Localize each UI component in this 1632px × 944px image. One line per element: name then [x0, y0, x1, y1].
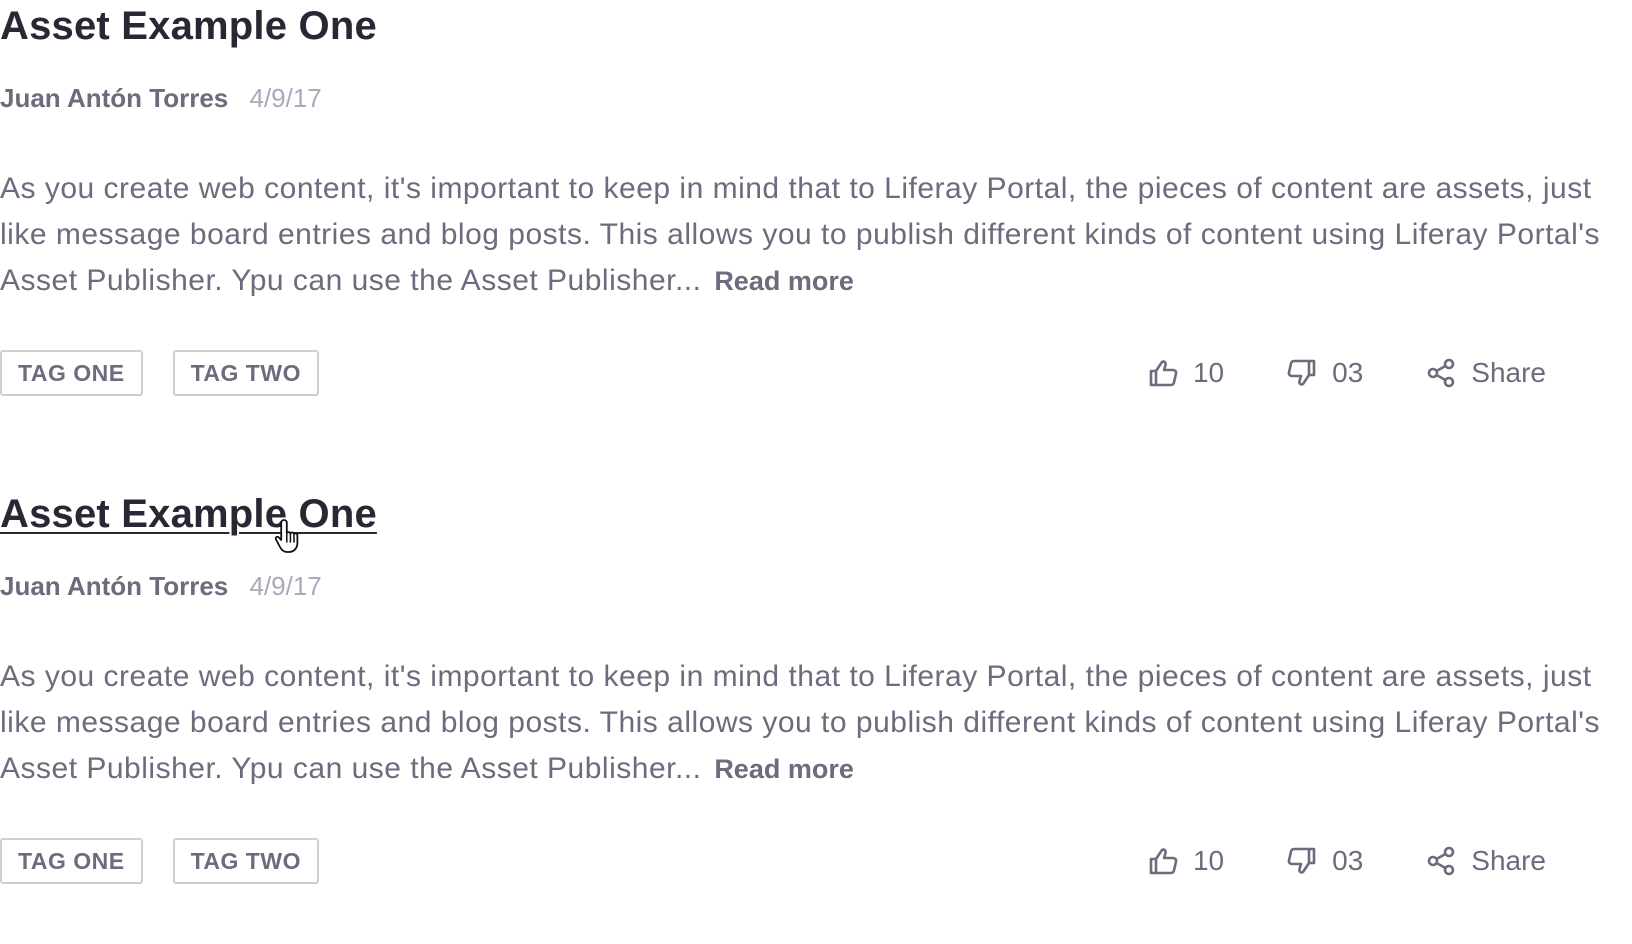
asset-meta: Juan Antón Torres 4/9/17	[0, 82, 322, 114]
asset-actions: 10 03 Share	[1147, 838, 1546, 884]
dislike-count: 03	[1332, 845, 1364, 876]
share-label: Share	[1471, 845, 1546, 876]
publish-date: 4/9/17	[249, 571, 322, 601]
thumbs-up-icon	[1147, 845, 1179, 877]
asset-summary: As you create web content, it's importan…	[0, 166, 1632, 304]
like-count: 10	[1192, 357, 1225, 388]
publish-date: 4/9/17	[249, 83, 322, 113]
tag-label[interactable]: TAG TWO	[172, 350, 319, 396]
share-icon	[1425, 845, 1457, 877]
asset-title-link[interactable]: Asset Example One	[0, 2, 377, 50]
read-more-link[interactable]: Read more	[714, 754, 854, 784]
author-name: Juan Antón Torres	[0, 83, 229, 113]
asset-actions: 10 03 Share	[1147, 350, 1546, 396]
share-label: Share	[1471, 357, 1546, 388]
asset-summary: As you create web content, it's importan…	[0, 654, 1632, 792]
share-button[interactable]: Share	[1425, 357, 1546, 389]
tag-label[interactable]: TAG ONE	[0, 838, 143, 884]
thumbs-up-icon	[1147, 357, 1179, 389]
share-icon	[1425, 357, 1457, 389]
asset-meta: Juan Antón Torres 4/9/17	[0, 570, 322, 602]
tag-list: TAG ONE TAG TWO	[0, 838, 319, 884]
asset-title-link[interactable]: Asset Example One	[0, 490, 377, 538]
thumbs-down-icon	[1286, 357, 1318, 389]
thumbs-down-icon	[1286, 845, 1318, 877]
read-more-link[interactable]: Read more	[714, 266, 854, 296]
dislike-count: 03	[1332, 357, 1364, 388]
like-button[interactable]: 10	[1147, 845, 1224, 877]
dislike-button[interactable]: 03	[1286, 845, 1363, 877]
author-name: Juan Antón Torres	[0, 571, 229, 601]
tag-label[interactable]: TAG TWO	[172, 838, 319, 884]
dislike-button[interactable]: 03	[1286, 357, 1363, 389]
tag-label[interactable]: TAG ONE	[0, 350, 143, 396]
like-button[interactable]: 10	[1147, 357, 1224, 389]
tag-list: TAG ONE TAG TWO	[0, 350, 319, 396]
like-count: 10	[1192, 845, 1225, 876]
share-button[interactable]: Share	[1425, 845, 1546, 877]
